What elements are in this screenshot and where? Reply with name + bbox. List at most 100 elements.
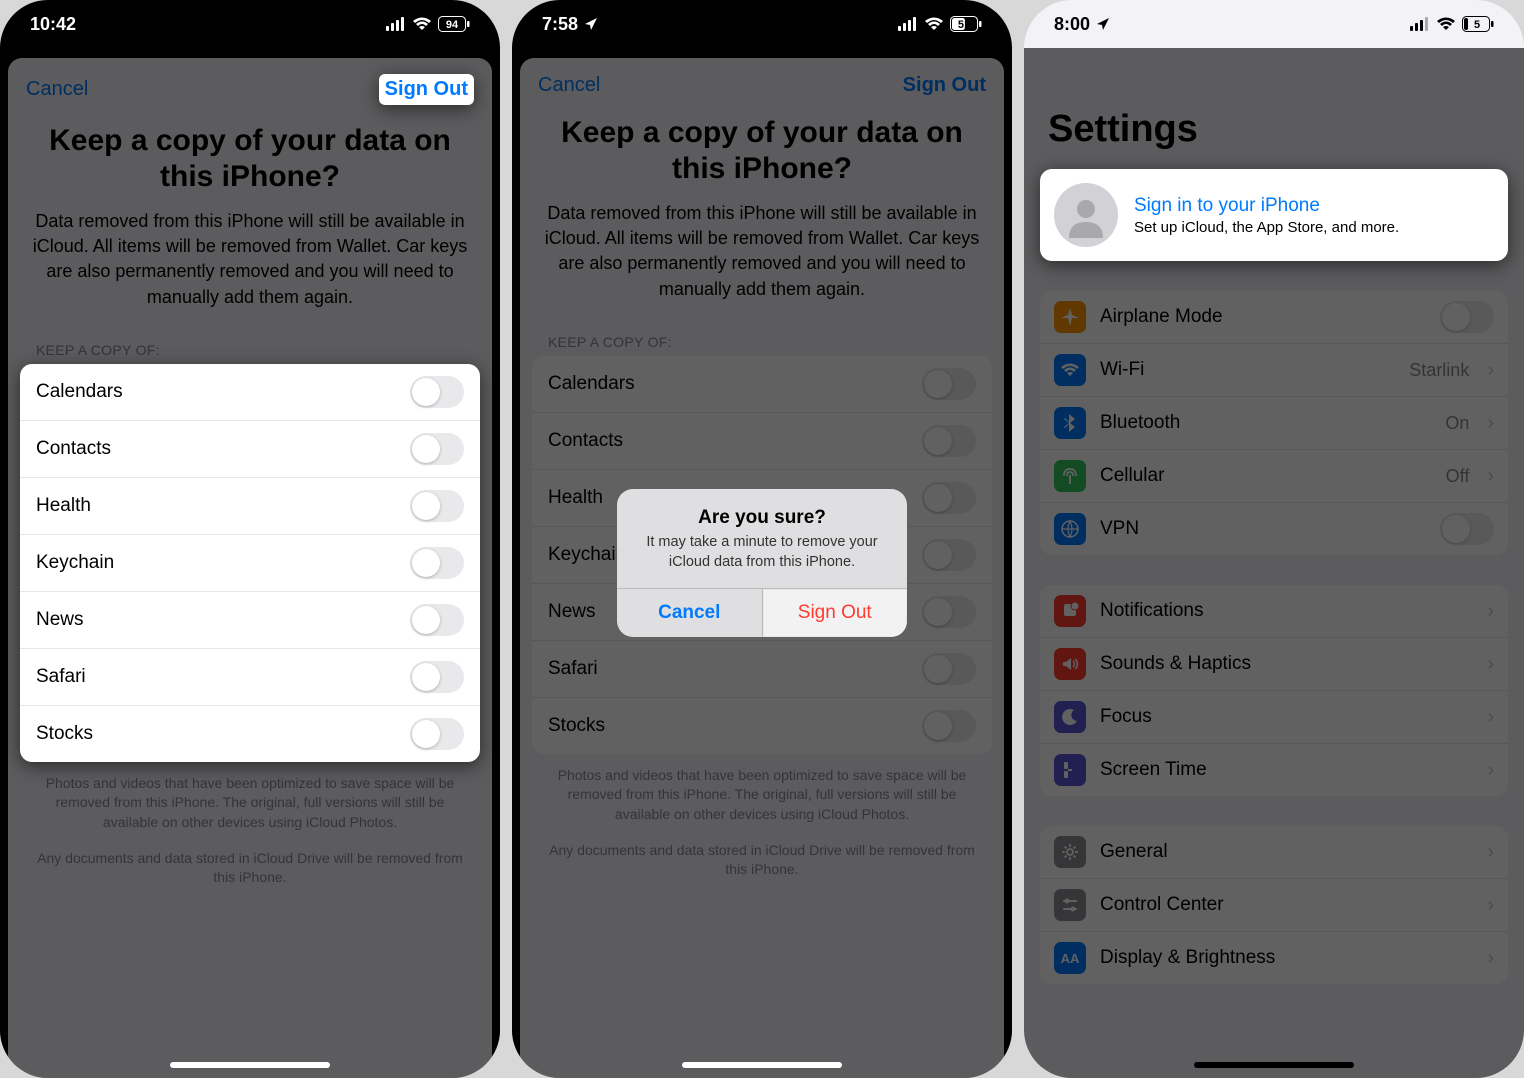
row-label: Sounds & Haptics (1100, 653, 1469, 675)
row-label: General (1100, 841, 1469, 863)
chevron-right-icon: › (1487, 894, 1494, 917)
vpn-icon (1054, 513, 1086, 545)
settings-group-general: General› Control Center › AA Display & Brigh… (1040, 826, 1508, 984)
toggle-switch[interactable] (410, 604, 464, 636)
settings-group-alerts: Notifications›Sounds & Haptics›Focus›Scr… (1040, 585, 1508, 796)
settings-row-display-brightness[interactable]: AADisplay & Brightness› (1040, 932, 1508, 984)
toggle-switch[interactable] (410, 547, 464, 579)
list-item: Calendars (20, 364, 480, 421)
alert-signout-button[interactable]: Sign Out (763, 589, 908, 637)
row-label: Screen Time (1100, 759, 1469, 781)
phone-panel-3: 8:00 5 Settings Sign in to your iPhone S… (1024, 0, 1524, 1078)
row-label: Control Center (1100, 894, 1469, 916)
notifications-icon (1054, 595, 1086, 627)
airplane-icon (1054, 301, 1086, 333)
item-label: Safari (36, 666, 86, 688)
toggle-switch[interactable] (410, 718, 464, 750)
footnote-photos: Photos and videos that have been optimiz… (8, 762, 492, 837)
row-value: Starlink (1409, 360, 1469, 381)
chevron-right-icon: › (1487, 653, 1494, 676)
sounds-icon (1054, 648, 1086, 680)
settings-row-control-center[interactable]: Control Center › (1040, 879, 1508, 932)
row-label: Wi-Fi (1100, 359, 1395, 381)
status-bar: 8:00 5 (1024, 0, 1524, 48)
settings-row-bluetooth[interactable]: BluetoothOn› (1040, 397, 1508, 450)
row-label: VPN (1100, 518, 1426, 540)
alert-message: It may take a minute to remove your iClo… (617, 533, 907, 588)
svg-text:94: 94 (446, 19, 459, 31)
list-item: Contacts (20, 421, 480, 478)
status-time: 7:58 (542, 14, 578, 35)
toggle-switch[interactable] (1440, 513, 1494, 545)
phone-panel-2: 7:58 51 Cancel Sign Out Keep a copy of y… (512, 0, 1012, 1078)
home-indicator[interactable] (682, 1062, 842, 1068)
phone-panel-1: 10:42 94 Cancel Sign Out Keep a copy of … (0, 0, 500, 1078)
alert-cancel-button[interactable]: Cancel (617, 589, 763, 637)
settings-row-sounds-haptics[interactable]: Sounds & Haptics › (1040, 638, 1508, 691)
row-value: Off (1446, 466, 1470, 487)
confirm-signout-alert: Are you sure? It may take a minute to re… (617, 489, 907, 637)
sheet-body: Data removed from this iPhone will still… (8, 209, 492, 330)
settings-row-notifications[interactable]: Notifications › (1040, 585, 1508, 638)
battery-icon: 51 (950, 16, 982, 32)
keep-copy-list: Calendars Contacts Health Keychain News Safar… (20, 364, 480, 762)
list-item: Safari (20, 649, 480, 706)
signin-row[interactable]: Sign in to your iPhone Set up iCloud, th… (1040, 169, 1508, 261)
item-label: News (36, 609, 84, 631)
svg-text:51: 51 (958, 19, 970, 31)
battery-icon: 5 (1462, 16, 1494, 32)
list-item: Stocks (20, 706, 480, 762)
signin-subtitle: Set up iCloud, the App Store, and more. (1134, 219, 1399, 236)
settings-row-cellular[interactable]: CellularOff› (1040, 450, 1508, 503)
settings-row-vpn[interactable]: VPN (1040, 503, 1508, 555)
signout-sheet: Cancel Sign Out Keep a copy of your data… (8, 58, 492, 1078)
settings-row-airplane-mode[interactable]: Airplane Mode (1040, 291, 1508, 344)
toggle-switch[interactable] (410, 490, 464, 522)
home-indicator[interactable] (170, 1062, 330, 1068)
settings-group-connectivity: Airplane ModeWi-FiStarlink›BluetoothOn›C… (1040, 291, 1508, 555)
cellular-icon (1054, 460, 1086, 492)
chevron-right-icon: › (1487, 465, 1494, 488)
display-icon: AA (1054, 942, 1086, 974)
wifi-icon (1054, 354, 1086, 386)
cellular-signal-icon (386, 17, 406, 31)
cancel-button[interactable]: Cancel (26, 78, 88, 101)
row-label: Notifications (1100, 600, 1469, 622)
controlcenter-icon (1054, 889, 1086, 921)
item-label: Stocks (36, 723, 93, 745)
settings-row-screen-time[interactable]: Screen Time › (1040, 744, 1508, 796)
svg-text:AA: AA (1061, 951, 1080, 966)
settings-title: Settings (1024, 48, 1524, 169)
chevron-right-icon: › (1487, 759, 1494, 782)
toggle-switch[interactable] (410, 376, 464, 408)
sign-out-button[interactable]: Sign Out (379, 74, 474, 105)
focus-icon (1054, 701, 1086, 733)
footnote-drive: Any documents and data stored in iCloud … (8, 837, 492, 892)
status-time: 10:42 (30, 14, 76, 35)
toggle-switch[interactable] (410, 661, 464, 693)
general-icon (1054, 836, 1086, 868)
battery-icon: 94 (438, 16, 470, 32)
settings-row-general[interactable]: General› (1040, 826, 1508, 879)
wifi-icon (1436, 17, 1456, 31)
settings-row-wi-fi[interactable]: Wi-Fi Starlink › (1040, 344, 1508, 397)
toggle-switch[interactable] (1440, 301, 1494, 333)
screentime-icon (1054, 754, 1086, 786)
status-bar: 10:42 94 (0, 0, 500, 48)
row-label: Focus (1100, 706, 1469, 728)
chevron-right-icon: › (1487, 706, 1494, 729)
chevron-right-icon: › (1487, 412, 1494, 435)
home-indicator[interactable] (1194, 1062, 1354, 1068)
chevron-right-icon: › (1487, 600, 1494, 623)
item-label: Keychain (36, 552, 114, 574)
chevron-right-icon: › (1487, 359, 1494, 382)
list-item: Health (20, 478, 480, 535)
item-label: Health (36, 495, 91, 517)
item-label: Contacts (36, 438, 111, 460)
list-item: Keychain (20, 535, 480, 592)
row-value: On (1445, 413, 1469, 434)
settings-row-focus[interactable]: Focus › (1040, 691, 1508, 744)
row-label: Display & Brightness (1100, 947, 1469, 969)
wifi-icon (924, 17, 944, 31)
toggle-switch[interactable] (410, 433, 464, 465)
